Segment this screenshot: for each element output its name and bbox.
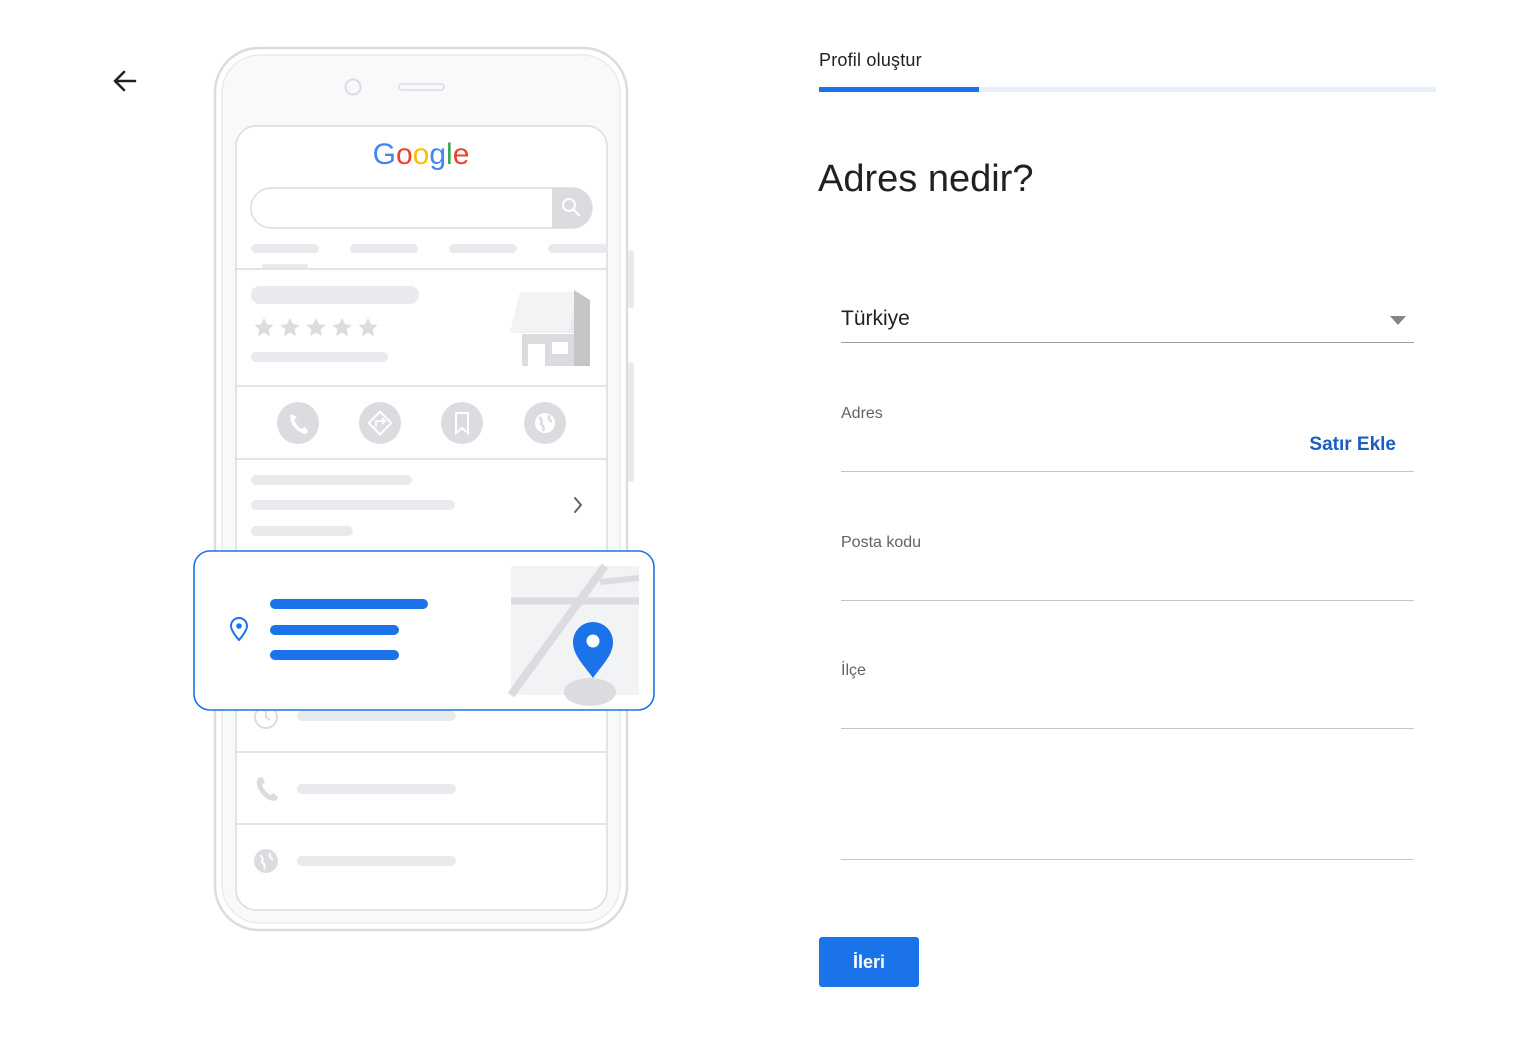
address-label: Adres: [841, 405, 883, 422]
store-icon: [510, 290, 590, 366]
map-icon: [507, 563, 640, 706]
step-label: Profil oluştur: [819, 50, 922, 70]
dropdown-arrow-icon: [1390, 316, 1406, 325]
back-button[interactable]: [106, 62, 144, 100]
postal-code-label: Posta kodu: [841, 534, 922, 551]
google-logo: Google: [373, 138, 470, 171]
svg-text:Google: Google: [373, 138, 470, 171]
add-line-button[interactable]: Satır Ekle: [1309, 434, 1396, 456]
postal-code-field[interactable]: Posta kodu: [841, 534, 1414, 601]
phone-icon: [277, 402, 319, 444]
arrow-left-icon: [113, 70, 137, 92]
next-button[interactable]: İleri: [819, 937, 919, 987]
district-input[interactable]: [841, 686, 1414, 718]
address-field[interactable]: Adres Satır Ekle: [841, 405, 1414, 472]
globe-icon: [524, 402, 566, 444]
page-title: Adres nedir?: [818, 158, 1034, 200]
province-field[interactable]: [841, 800, 1414, 860]
district-field[interactable]: İlçe: [841, 662, 1414, 729]
country-value: Türkiye: [841, 307, 910, 330]
country-select[interactable]: Türkiye: [841, 292, 1414, 343]
district-label: İlçe: [841, 662, 866, 679]
progress-fill: [819, 87, 980, 92]
business-profile-illustration: Google: [190, 44, 660, 936]
directions-icon: [359, 402, 401, 444]
bookmark-icon: [441, 402, 483, 444]
postal-code-input[interactable]: [841, 558, 1414, 590]
globe-icon: [254, 849, 278, 873]
progress-bar: [819, 87, 1436, 92]
